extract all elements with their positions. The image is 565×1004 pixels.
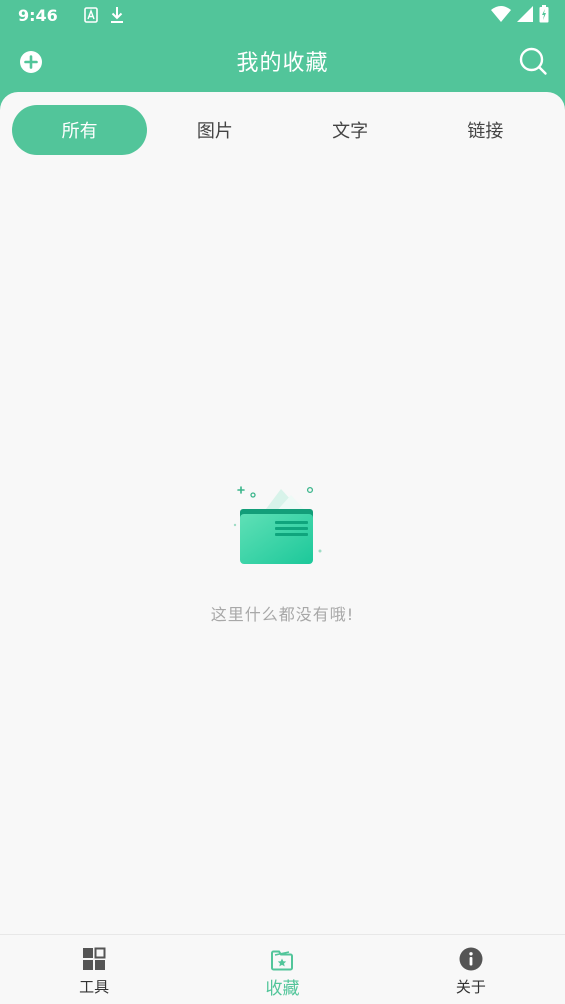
add-button[interactable]: [18, 49, 44, 75]
tab-all[interactable]: 所有: [12, 105, 148, 155]
app-bar: 我的收藏: [0, 30, 565, 92]
folder-star-icon: [271, 950, 294, 971]
page-title: 我的收藏: [236, 51, 329, 76]
nav-tools-label: 工具: [79, 978, 110, 996]
battery-charging-icon: [539, 5, 549, 23]
status-right: [491, 5, 549, 23]
keyboard-indicator-icon: [83, 7, 98, 23]
search-button[interactable]: [518, 46, 548, 76]
tab-links[interactable]: 链接: [418, 105, 553, 155]
status-bar: 9:46: [0, 0, 565, 30]
nav-favorites-label: 收藏: [265, 979, 300, 999]
grid-icon: [83, 947, 106, 970]
nav-favorites[interactable]: 收藏: [188, 935, 376, 1004]
empty-folder-illustration: [233, 486, 321, 564]
download-icon: [110, 7, 123, 23]
content-area: 所有 图片 文字 链接 这里什么都没有哦!: [0, 92, 565, 934]
nav-about-label: 关于: [455, 978, 486, 996]
signal-icon: [517, 6, 533, 22]
status-time: 9:46: [18, 5, 58, 25]
info-icon: [459, 947, 483, 971]
nav-about[interactable]: 关于: [377, 935, 565, 1004]
empty-state: 这里什么都没有哦!: [0, 477, 565, 625]
empty-message: 这里什么都没有哦!: [210, 605, 355, 624]
bottom-nav: 工具 收藏 关于: [0, 934, 565, 1004]
nav-tools[interactable]: 工具: [0, 935, 188, 1004]
status-left: 9:46: [18, 6, 124, 25]
tab-bar: 所有 图片 文字 链接: [12, 105, 553, 155]
tab-images[interactable]: 图片: [147, 105, 282, 155]
wifi-icon: [491, 6, 511, 22]
tab-text[interactable]: 文字: [283, 105, 418, 155]
